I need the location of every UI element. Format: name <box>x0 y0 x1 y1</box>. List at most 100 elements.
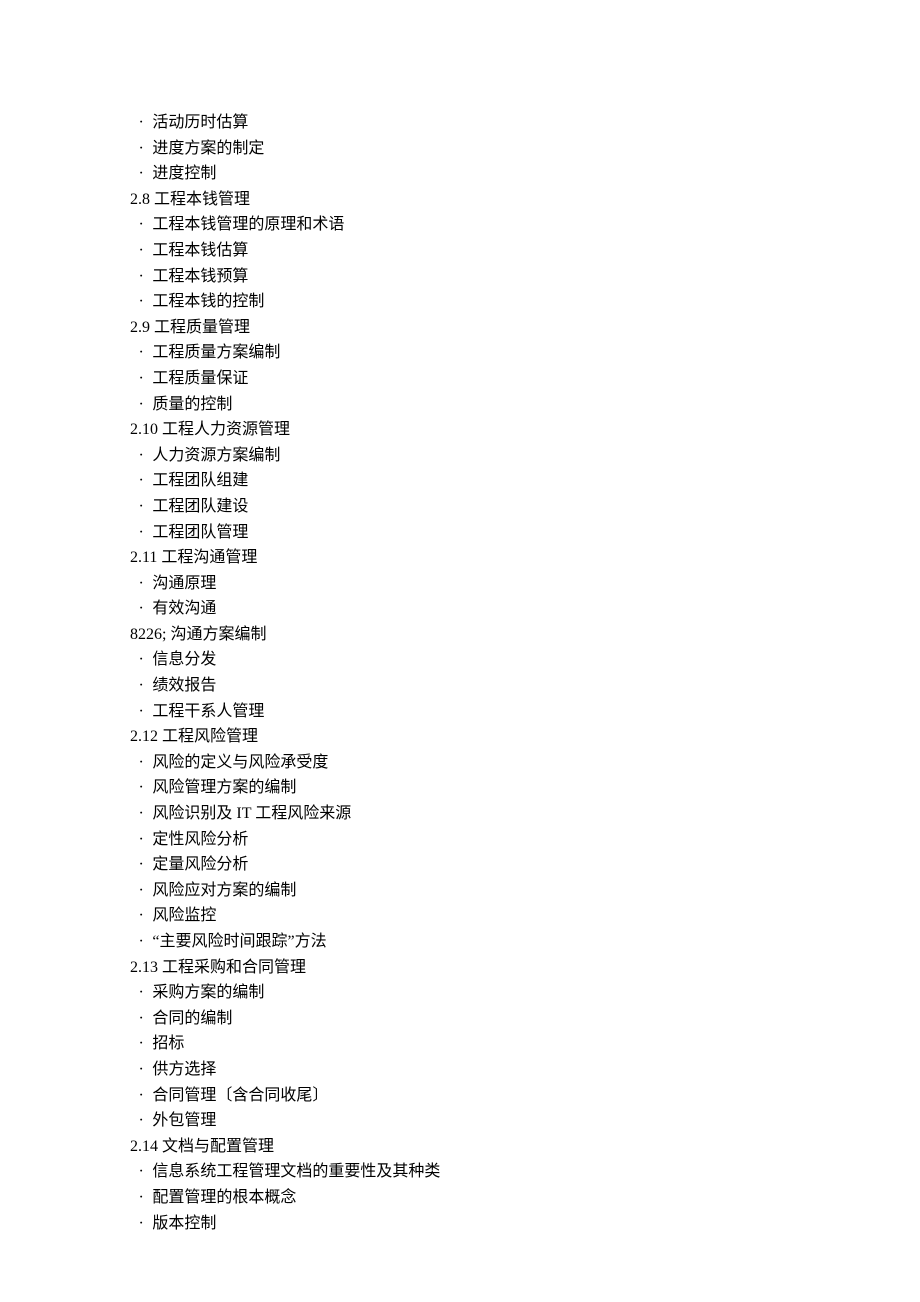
bullet-icon: · <box>130 468 152 494</box>
bullet-icon: · <box>130 596 152 622</box>
bullet-text: 进度方案的制定 <box>152 140 264 157</box>
bullet-icon: · <box>130 520 152 546</box>
bullet-text: 信息系统工程管理文档的重要性及其种类 <box>152 1163 440 1180</box>
bullet-item: ·“主要风险时间跟踪”方法 <box>130 929 790 955</box>
bullet-item: ·活动历时估算 <box>130 110 790 136</box>
bullet-icon: · <box>130 110 152 136</box>
bullet-text: 工程本钱的控制 <box>152 293 264 310</box>
bullet-icon: · <box>130 903 152 929</box>
bullet-text: 合同的编制 <box>152 1010 232 1027</box>
bullet-item: ·定性风险分析 <box>130 827 790 853</box>
bullet-text: 工程本钱预算 <box>152 268 248 285</box>
bullet-item: ·风险应对方案的编制 <box>130 878 790 904</box>
bullet-item: ·工程团队建设 <box>130 494 790 520</box>
bullet-text: 工程本钱管理的原理和术语 <box>152 216 344 233</box>
bullet-text: 人力资源方案编制 <box>152 447 280 464</box>
bullet-icon: · <box>130 827 152 853</box>
bullet-text: 风险应对方案的编制 <box>152 882 296 899</box>
bullet-item: ·工程本钱管理的原理和术语 <box>130 212 790 238</box>
bullet-item: ·工程本钱的控制 <box>130 289 790 315</box>
bullet-icon: · <box>130 775 152 801</box>
bullet-text: 活动历时估算 <box>152 114 248 131</box>
section-heading: 2.11 工程沟通管理 <box>130 545 790 571</box>
bullet-text: 采购方案的编制 <box>152 984 264 1001</box>
bullet-icon: · <box>130 1057 152 1083</box>
bullet-item: ·定量风险分析 <box>130 852 790 878</box>
bullet-icon: · <box>130 1159 152 1185</box>
bullet-icon: · <box>130 289 152 315</box>
bullet-icon: · <box>130 494 152 520</box>
bullet-text: 配置管理的根本概念 <box>152 1189 296 1206</box>
bullet-item: ·工程质量保证 <box>130 366 790 392</box>
bullet-text: 工程质量方案编制 <box>152 344 280 361</box>
bullet-text: 风险管理方案的编制 <box>152 779 296 796</box>
outline-block: ·活动历时估算·进度方案的制定·进度控制2.8 工程本钱管理·工程本钱管理的原理… <box>130 110 790 1236</box>
bullet-item: ·有效沟通 <box>130 596 790 622</box>
bullet-icon: · <box>130 212 152 238</box>
bullet-icon: · <box>130 673 152 699</box>
bullet-item: ·招标 <box>130 1031 790 1057</box>
bullet-item: ·工程团队组建 <box>130 468 790 494</box>
bullet-text: 风险识别及 IT 工程风险来源 <box>152 805 351 822</box>
raw-text: 8226; 沟通方案编制 <box>130 626 266 643</box>
bullet-item: ·风险的定义与风险承受度 <box>130 750 790 776</box>
bullet-item: ·合同的编制 <box>130 1006 790 1032</box>
bullet-icon: · <box>130 264 152 290</box>
bullet-text: 工程质量保证 <box>152 370 248 387</box>
bullet-icon: · <box>130 136 152 162</box>
bullet-item: ·风险监控 <box>130 903 790 929</box>
bullet-text: 招标 <box>152 1035 184 1052</box>
heading-text: 2.12 工程风险管理 <box>130 728 258 745</box>
heading-text: 2.8 工程本钱管理 <box>130 191 250 208</box>
bullet-item: ·沟通原理 <box>130 571 790 597</box>
bullet-item: ·工程本钱预算 <box>130 264 790 290</box>
raw-line: 8226; 沟通方案编制 <box>130 622 790 648</box>
bullet-text: 有效沟通 <box>152 600 216 617</box>
bullet-text: 工程团队管理 <box>152 524 248 541</box>
bullet-text: 版本控制 <box>152 1215 216 1232</box>
bullet-item: ·进度方案的制定 <box>130 136 790 162</box>
bullet-icon: · <box>130 1031 152 1057</box>
bullet-item: ·合同管理〔含合同收尾〕 <box>130 1083 790 1109</box>
bullet-item: ·供方选择 <box>130 1057 790 1083</box>
bullet-item: ·工程本钱估算 <box>130 238 790 264</box>
bullet-text: 合同管理〔含合同收尾〕 <box>152 1087 328 1104</box>
bullet-item: ·工程团队管理 <box>130 520 790 546</box>
bullet-item: ·质量的控制 <box>130 392 790 418</box>
bullet-item: ·工程干系人管理 <box>130 699 790 725</box>
bullet-item: ·配置管理的根本概念 <box>130 1185 790 1211</box>
bullet-text: 风险监控 <box>152 907 216 924</box>
bullet-text: 外包管理 <box>152 1112 216 1129</box>
bullet-icon: · <box>130 852 152 878</box>
bullet-item: ·人力资源方案编制 <box>130 443 790 469</box>
bullet-icon: · <box>130 1185 152 1211</box>
bullet-text: 定量风险分析 <box>152 856 248 873</box>
section-heading: 2.14 文档与配置管理 <box>130 1134 790 1160</box>
bullet-icon: · <box>130 1211 152 1237</box>
heading-text: 2.11 工程沟通管理 <box>130 549 257 566</box>
bullet-icon: · <box>130 571 152 597</box>
bullet-text: 沟通原理 <box>152 575 216 592</box>
bullet-icon: · <box>130 647 152 673</box>
section-heading: 2.8 工程本钱管理 <box>130 187 790 213</box>
bullet-icon: · <box>130 699 152 725</box>
bullet-text: 质量的控制 <box>152 396 232 413</box>
bullet-text: 定性风险分析 <box>152 831 248 848</box>
section-heading: 2.12 工程风险管理 <box>130 724 790 750</box>
bullet-icon: · <box>130 750 152 776</box>
bullet-icon: · <box>130 929 152 955</box>
bullet-icon: · <box>130 161 152 187</box>
bullet-icon: · <box>130 340 152 366</box>
bullet-item: ·进度控制 <box>130 161 790 187</box>
bullet-item: ·采购方案的编制 <box>130 980 790 1006</box>
bullet-text: 工程团队组建 <box>152 472 248 489</box>
bullet-text: 进度控制 <box>152 165 216 182</box>
bullet-text: 风险的定义与风险承受度 <box>152 754 328 771</box>
bullet-text: 供方选择 <box>152 1061 216 1078</box>
bullet-icon: · <box>130 980 152 1006</box>
bullet-item: ·风险识别及 IT 工程风险来源 <box>130 801 790 827</box>
bullet-item: ·版本控制 <box>130 1211 790 1237</box>
heading-text: 2.14 文档与配置管理 <box>130 1138 274 1155</box>
bullet-icon: · <box>130 238 152 264</box>
bullet-text: “主要风险时间跟踪”方法 <box>152 933 326 950</box>
